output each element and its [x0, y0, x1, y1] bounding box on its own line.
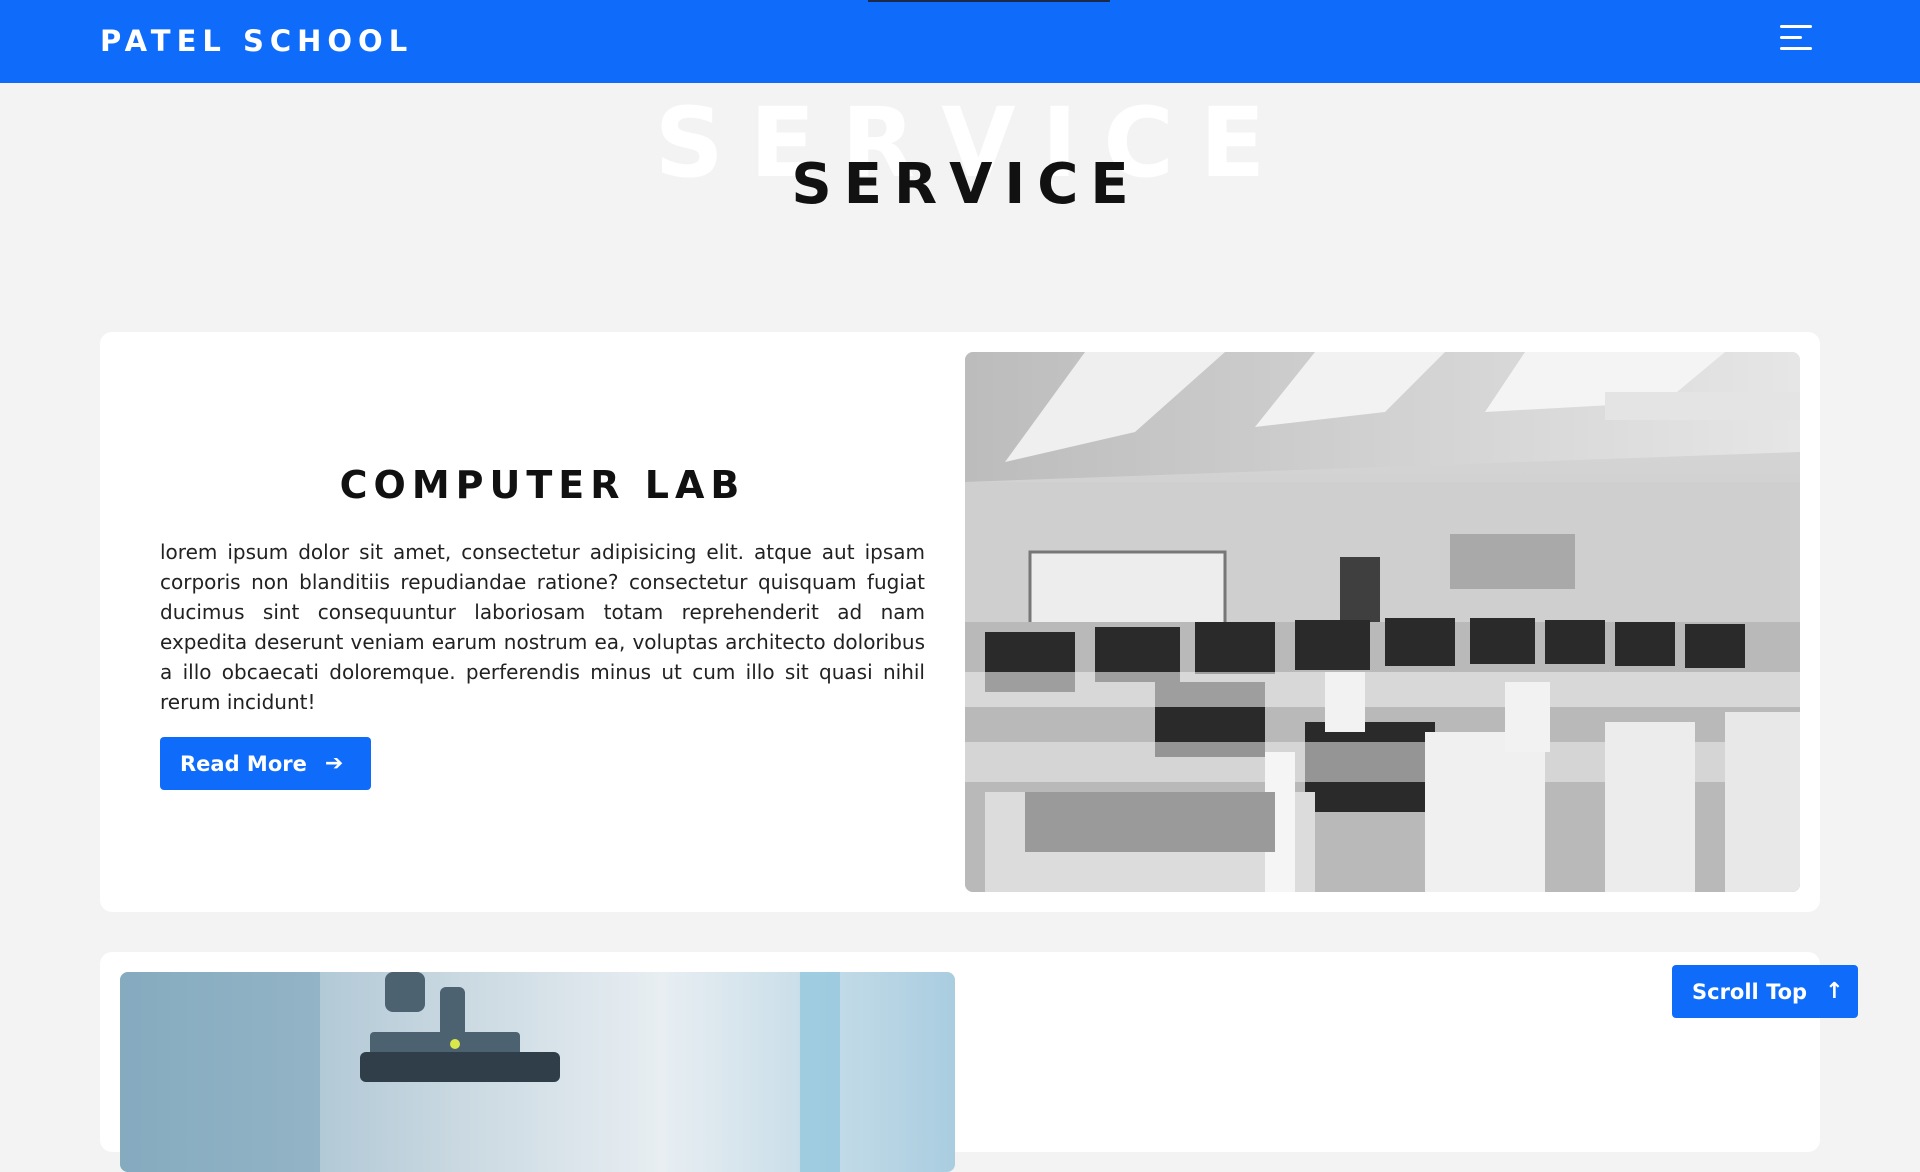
scroll-top-button[interactable]: Scroll Top ↑ [1672, 965, 1858, 1018]
computer-lab-image [965, 352, 1800, 892]
section-title: SERVICE [791, 152, 1141, 217]
arrow-right-icon: ➔ [324, 751, 344, 776]
site-logo[interactable]: PATEL SCHOOL [100, 23, 413, 59]
site-header: PATEL SCHOOL [0, 0, 1920, 83]
arrow-up-icon: ↑ [1825, 979, 1844, 1004]
card-description: lorem ipsum dolor sit amet, consectetur … [160, 540, 925, 714]
read-more-label: Read More [180, 751, 307, 776]
service-card-computer-lab: COMPUTER LAB lorem ipsum dolor sit amet,… [100, 332, 1820, 912]
laboratory-microscope-image [120, 972, 955, 1172]
scroll-top-label: Scroll Top [1692, 979, 1808, 1004]
top-indicator-line [868, 0, 1110, 2]
read-more-button[interactable]: Read More ➔ [160, 737, 371, 790]
service-card-second [100, 952, 1820, 1172]
hamburger-menu-icon[interactable] [1780, 25, 1814, 51]
card-title: COMPUTER LAB [339, 463, 746, 507]
card-text-block: COMPUTER LAB lorem ipsum dolor sit amet,… [160, 332, 925, 912]
